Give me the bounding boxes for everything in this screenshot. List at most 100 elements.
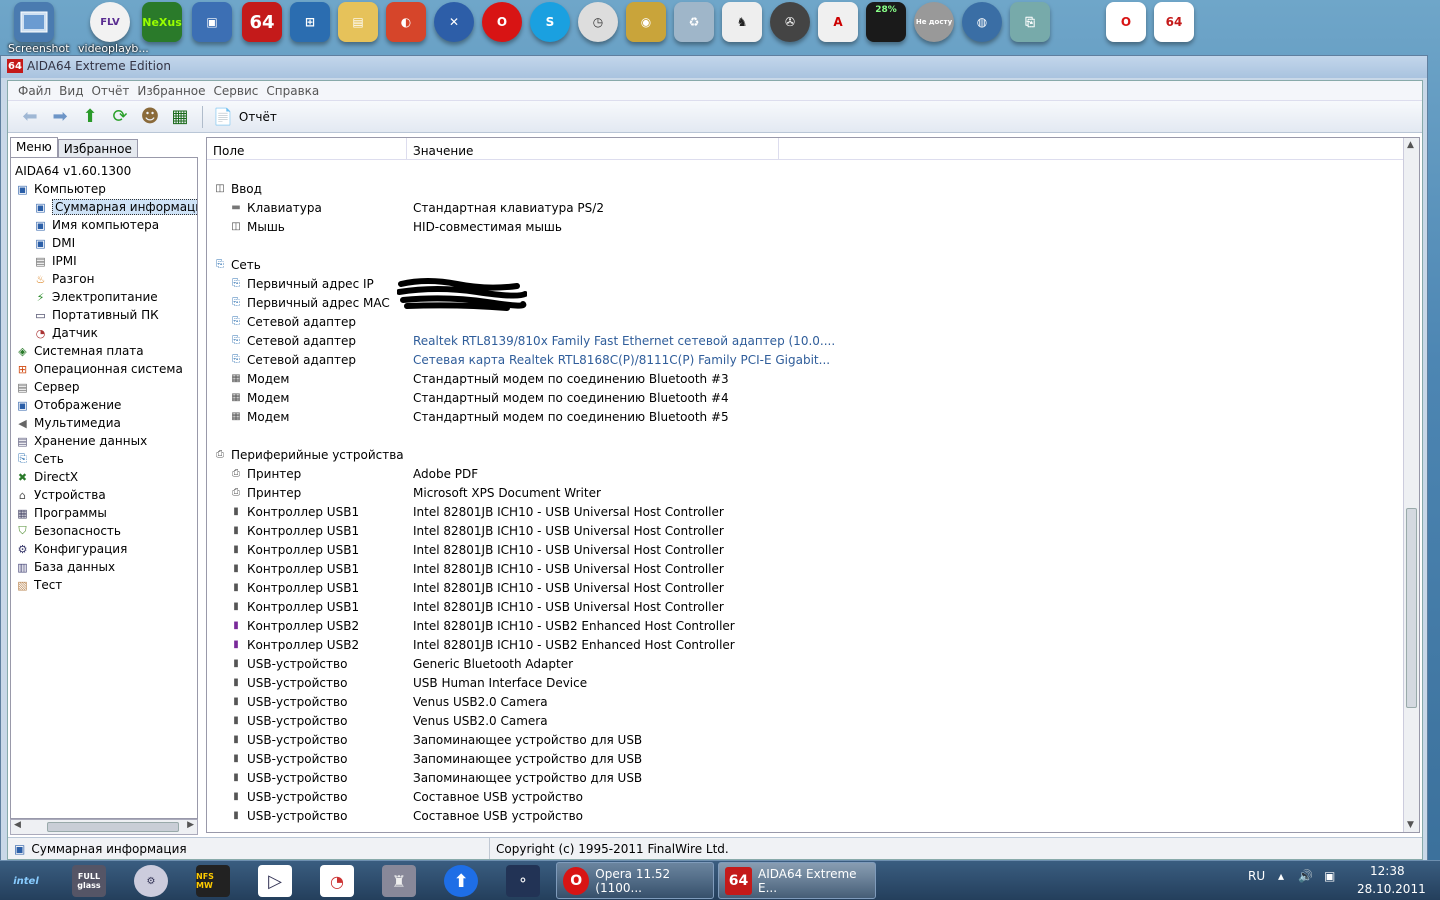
detail-row[interactable]: ⎘ Сетевой адаптер Realtek RTL8139/810x Fam… bbox=[207, 331, 1403, 350]
drive-icon[interactable]: ◉ bbox=[626, 2, 666, 42]
detail-row[interactable]: ⎘ Первичный адрес MAC bbox=[207, 293, 1403, 312]
media-player-icon[interactable]: ▷ bbox=[258, 865, 292, 897]
taskbar-aida-button[interactable]: 64 AIDA64 Extreme E... bbox=[718, 862, 876, 899]
menu-help[interactable]: Справка bbox=[262, 84, 323, 98]
ccleaner-icon[interactable]: ◐ bbox=[386, 2, 426, 42]
detail-row[interactable]: ⎙ Принтер Microsoft XPS Document Writer bbox=[207, 483, 1403, 502]
videoplayback-icon[interactable]: FLV bbox=[90, 2, 130, 42]
detail-row[interactable]: ▮ Контроллер USB1 Intel 82801JB ICH10 - US… bbox=[207, 502, 1403, 521]
tree-item[interactable]: ⎘ Сеть bbox=[15, 450, 64, 468]
detail-row[interactable]: ▮ USB-устройство Составное USB устройство bbox=[207, 787, 1403, 806]
screenshot-icon[interactable] bbox=[14, 2, 54, 42]
detail-row[interactable]: ▮ Контроллер USB1 Intel 82801JB ICH10 - US… bbox=[207, 540, 1403, 559]
forward-button[interactable]: ➡ bbox=[46, 104, 74, 130]
refresh-button[interactable]: ⟳ bbox=[106, 104, 134, 130]
nfs-icon[interactable]: NFS MW bbox=[196, 865, 230, 897]
sensor-button[interactable]: ▦ bbox=[166, 104, 194, 130]
speedometer-icon[interactable]: ◔ bbox=[320, 865, 354, 897]
folder-icon[interactable]: ▤ bbox=[338, 2, 378, 42]
taskbar-opera-button[interactable]: O Opera 11.52 (1100... bbox=[556, 862, 714, 899]
scroll-thumb[interactable] bbox=[1406, 508, 1417, 708]
film-reel-icon[interactable]: ✇ bbox=[770, 2, 810, 42]
menu-favorites[interactable]: Избранное bbox=[133, 84, 209, 98]
detail-row[interactable]: ▮ USB-устройство Venus USB2.0 Camera bbox=[207, 692, 1403, 711]
aida64-small-icon[interactable]: 64 bbox=[1154, 2, 1194, 42]
pdf-icon[interactable]: A bbox=[818, 2, 858, 42]
tree-item[interactable]: ◈ Системная плата bbox=[15, 342, 143, 360]
tree-item[interactable]: ▥ База данных bbox=[15, 558, 115, 576]
opera-icon[interactable]: O bbox=[482, 2, 522, 42]
group-row[interactable]: ◫ Ввод bbox=[207, 179, 1403, 198]
detail-row[interactable]: ▮ Контроллер USB1 Intel 82801JB ICH10 - US… bbox=[207, 559, 1403, 578]
tree-item[interactable]: ▦ Программы bbox=[15, 504, 107, 522]
language-indicator[interactable]: RU bbox=[1248, 869, 1265, 883]
menu-file[interactable]: Файл bbox=[14, 84, 55, 98]
user-button[interactable]: ☻ bbox=[136, 104, 164, 130]
detail-row[interactable]: ▮ Контроллер USB1 Intel 82801JB ICH10 - US… bbox=[207, 578, 1403, 597]
detail-row[interactable]: ▮ Контроллер USB2 Intel 82801JB ICH10 - US… bbox=[207, 616, 1403, 635]
detail-row[interactable]: ▮ USB-устройство Запоминающее устройство д… bbox=[207, 730, 1403, 749]
detail-row[interactable]: ▦ Модем Стандартный модем по соединению Bl… bbox=[207, 369, 1403, 388]
computer-icon[interactable]: ▣ bbox=[192, 2, 232, 42]
tree-item[interactable]: ▣ Суммарная информация bbox=[33, 198, 197, 216]
detail-row[interactable]: ▮ USB-устройство Venus USB2.0 Camera bbox=[207, 711, 1403, 730]
tree-item[interactable]: ▧ Тест bbox=[15, 576, 62, 594]
tree-item[interactable]: ▤ Сервер bbox=[15, 378, 79, 396]
mech-icon[interactable]: ♜ bbox=[382, 865, 416, 897]
detail-row[interactable]: ▮ USB-устройство Запоминающее устройство д… bbox=[207, 749, 1403, 768]
opera-mini-icon[interactable]: O bbox=[1106, 2, 1146, 42]
scroll-down-icon[interactable]: ▼ bbox=[1407, 820, 1414, 830]
detail-row[interactable]: ⎘ Сетевой адаптер Сетевая карта Realtek RT… bbox=[207, 350, 1403, 369]
detail-row[interactable]: ▮ USB-устройство USB Human Interface Devic… bbox=[207, 673, 1403, 692]
detail-row[interactable]: ⎘ Первичный адрес IP bbox=[207, 274, 1403, 293]
aida64-dock-icon[interactable]: 64 bbox=[242, 2, 282, 42]
tab-menu[interactable]: Меню bbox=[10, 137, 58, 157]
tree-item[interactable]: ▣ DMI bbox=[33, 234, 75, 252]
tree-item[interactable]: ▣ Отображение bbox=[15, 396, 121, 414]
detail-row[interactable]: ⎙ Принтер Adobe PDF bbox=[207, 464, 1403, 483]
detail-row[interactable]: ▮ USB-устройство Составное USB устройство bbox=[207, 806, 1403, 825]
detail-row[interactable]: ▮ Контроллер USB2 Intel 82801JB ICH10 - US… bbox=[207, 635, 1403, 654]
detail-row[interactable]: ⎘ Сетевой адаптер bbox=[207, 312, 1403, 331]
upload-icon[interactable]: ⬆ bbox=[444, 865, 478, 897]
scroll-up-icon[interactable]: ▲ bbox=[1407, 140, 1414, 150]
value-link[interactable]: Realtek RTL8139/810x Family Fast Etherne… bbox=[413, 334, 835, 348]
detail-row[interactable]: ▦ Модем Стандартный модем по соединению Bl… bbox=[207, 388, 1403, 407]
scroll-left-icon[interactable]: ◀ bbox=[14, 820, 21, 830]
title-bar[interactable]: 64 AIDA64 Extreme Edition bbox=[1, 56, 1427, 78]
recycle-bin-icon[interactable]: ♻ bbox=[674, 2, 714, 42]
detail-row[interactable]: ◫ Мышь HID-совместимая мышь bbox=[207, 217, 1403, 236]
report-button[interactable]: 📄 Отчёт bbox=[209, 104, 281, 130]
tree-item[interactable]: ▭ Портативный ПК bbox=[33, 306, 158, 324]
menu-service[interactable]: Сервис bbox=[210, 84, 263, 98]
value-link[interactable]: Сетевая карта Realtek RTL8168C(P)/8111C(… bbox=[413, 353, 830, 367]
tree-item[interactable]: ♨ Разгон bbox=[33, 270, 95, 288]
tab-favorites[interactable]: Избранное bbox=[57, 139, 138, 157]
menu-view[interactable]: Вид bbox=[55, 84, 87, 98]
tree-item[interactable]: ▤ Хранение данных bbox=[15, 432, 147, 450]
globe-icon[interactable]: ◍ bbox=[962, 2, 1002, 42]
details-vertical-scrollbar[interactable]: ▲ ▼ bbox=[1403, 138, 1419, 832]
tree-item[interactable]: ⚡ Электропитание bbox=[33, 288, 158, 306]
windows-icon[interactable]: ⊞ bbox=[290, 2, 330, 42]
nexus-icon[interactable]: NeXus bbox=[142, 2, 182, 42]
settings-icon[interactable]: ⚙ bbox=[134, 865, 168, 897]
clock-time[interactable]: 12:38 bbox=[1370, 864, 1405, 878]
detail-row[interactable]: ▦ Модем Стандартный модем по соединению Bl… bbox=[207, 407, 1403, 426]
scroll-thumb[interactable] bbox=[47, 822, 179, 832]
tray-expand-icon[interactable]: ▴ bbox=[1278, 869, 1284, 883]
group-row[interactable]: ⎘ Сеть bbox=[207, 255, 1403, 274]
tree-item[interactable]: ▣ Компьютер bbox=[15, 180, 106, 198]
intel-icon[interactable]: intel bbox=[6, 865, 46, 897]
fullglass-icon[interactable]: FULL glass bbox=[72, 865, 106, 897]
scroll-right-icon[interactable]: ▶ bbox=[187, 820, 194, 830]
tree-item[interactable]: ⛉ Безопасность bbox=[15, 522, 121, 540]
tree-item[interactable]: ✖ DirectX bbox=[15, 468, 78, 486]
back-button[interactable]: ⬅ bbox=[16, 104, 44, 130]
column-value[interactable]: Значение bbox=[407, 138, 779, 160]
detail-row[interactable]: ▮ Контроллер USB1 Intel 82801JB ICH10 - US… bbox=[207, 597, 1403, 616]
group-row[interactable]: ⎙ Периферийные устройства bbox=[207, 445, 1403, 464]
cpu-meter-icon[interactable]: 28% bbox=[866, 2, 906, 42]
monitor-icon[interactable]: ⚬ bbox=[506, 865, 540, 897]
foobar-icon[interactable]: ♞ bbox=[722, 2, 762, 42]
